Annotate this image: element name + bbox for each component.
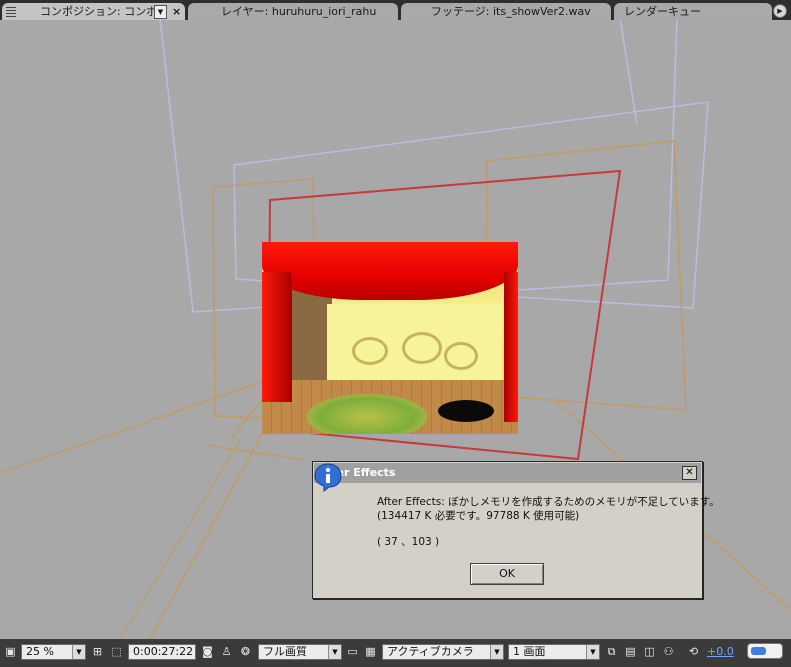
camera-value: アクティブカメラ [387,645,474,658]
curtain-right [504,272,518,422]
toggle-pixel-aspect-icon[interactable]: ⧉ [604,644,619,659]
floor-logo [307,394,427,434]
view-layout-dropdown[interactable]: 1 画面 ▼ [508,644,600,660]
always-preview-icon[interactable]: ▣ [3,644,18,659]
dialog-message-detail: (134417 K 必要です。97788 K 使用可能) [377,510,580,522]
tab-layer[interactable]: レイヤー: huruhuru_iori_rahu [188,3,398,20]
dialog-error-code: ( 37 、103 ) [377,536,440,548]
wall-relief [402,332,442,364]
chevron-down-icon: ▼ [72,645,85,659]
exposure-slider-fill [751,647,766,655]
snapshot-icon[interactable]: ◙ [200,644,215,659]
wall-relief [444,342,478,370]
tab-layer-label: レイヤー: huruhuru_iori_rahu [221,5,377,18]
magnification-dropdown[interactable]: 25 % ▼ [21,644,86,660]
panel-menu-icon[interactable]: ▶ [773,4,787,18]
panel-tab-bar: コンポジション: コンポ 1 ▼ × レイヤー: huruhuru_iori_r… [0,0,791,20]
viewer-toolbar: ▣ 25 % ▼ ⊞ ⬚ 0:00:27:22 ◙ ♙ ❂ フル画質 ▼ ▭ ▦… [0,639,791,667]
resolution-value: フル画質 [263,645,307,658]
error-dialog: After Effects ✕ After Effects: ぼかしメモリを作成… [312,461,720,599]
exposure-value[interactable]: +0.0 [707,644,734,659]
composition-render [262,242,518,434]
tab-composition[interactable]: コンポジション: コンポ 1 ▼ × [2,3,185,20]
layer-outline [0,381,263,474]
chevron-down-icon: ▼ [328,645,341,659]
grid-guide-icon[interactable]: ⊞ [90,644,105,659]
floor-hole [438,400,494,422]
chevron-down-icon: ▼ [586,645,599,659]
region-of-interest-icon[interactable]: ▭ [345,644,360,659]
dialog-titlebar[interactable]: After Effects ✕ [314,463,701,483]
layer-outline [619,20,638,126]
reset-exposure-icon[interactable]: ⟲ [686,644,701,659]
timeline-icon[interactable]: ◫ [642,644,657,659]
mask-visibility-icon[interactable]: ⬚ [109,644,124,659]
dialog-message: After Effects: ぼかしメモリを作成するためのメモリが不足しています… [377,496,720,508]
tab-render-queue[interactable]: レンダーキュー [614,3,772,20]
view-layout-value: 1 画面 [513,645,546,658]
timecode-value: 0:00:27:22 [133,645,194,658]
show-snapshot-icon[interactable]: ♙ [219,644,234,659]
color-channel-icon[interactable]: ❂ [238,644,253,659]
curtain-left [262,272,292,402]
magnification-value: 25 % [26,645,54,658]
layer-outline [119,439,241,639]
chevron-down-icon: ▼ [490,645,503,659]
tab-render-queue-label: レンダーキュー [624,5,701,18]
resolution-dropdown[interactable]: フル画質 ▼ [258,644,342,660]
composition-viewer[interactable]: After Effects ✕ After Effects: ぼかしメモリを作成… [0,20,791,639]
curtain-top [262,242,518,300]
panel-grip-icon[interactable] [6,7,16,17]
flowchart-icon[interactable]: ⚇ [661,644,676,659]
timecode-field[interactable]: 0:00:27:22 [128,644,196,660]
layer-outline [149,433,263,639]
camera-dropdown[interactable]: アクティブカメラ ▼ [382,644,504,660]
tab-footage-label: フッテージ: its_showVer2.wav [431,5,591,18]
close-icon[interactable]: ✕ [682,466,697,480]
tab-composition-label: コンポジション: コンポ 1 [40,5,168,18]
tab-footage[interactable]: フッテージ: its_showVer2.wav [401,3,611,20]
exposure-slider[interactable] [747,643,783,659]
transparency-grid-icon[interactable]: ▦ [363,644,378,659]
layer-outline [229,399,263,441]
info-icon [314,463,342,492]
fast-previews-icon[interactable]: ▤ [623,644,638,659]
wall-relief [352,337,388,365]
tab-close-icon[interactable]: × [172,3,181,20]
ok-button[interactable]: OK [470,563,544,585]
composition-dropdown-icon[interactable]: ▼ [154,5,167,19]
